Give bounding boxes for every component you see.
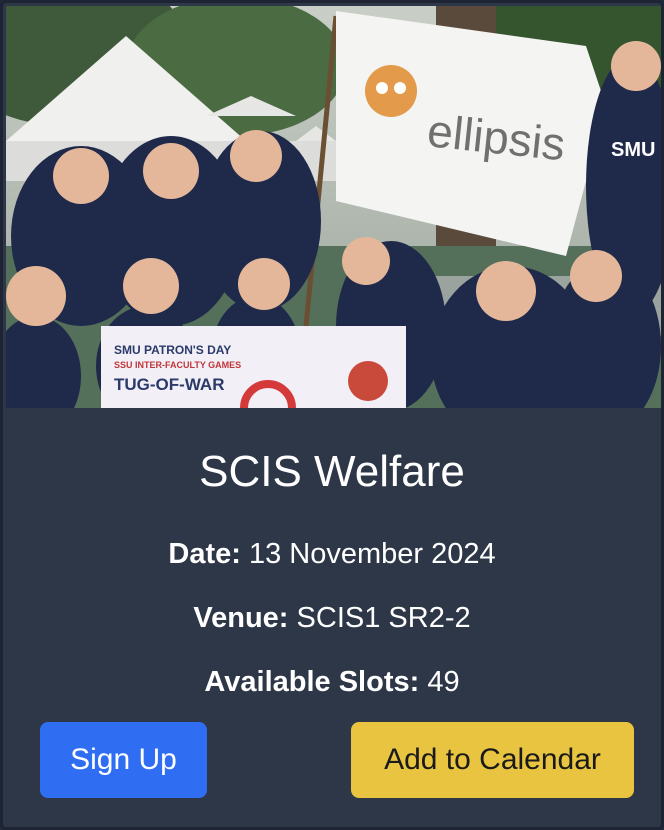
banner-line3: TUG-OF-WAR xyxy=(114,375,224,394)
banner-line2: SSU INTER-FACULTY GAMES xyxy=(114,360,241,370)
banner-line1: SMU PATRON'S DAY xyxy=(114,343,231,357)
event-venue-row: Venue: SCIS1 SR2-2 xyxy=(3,600,661,636)
event-title: SCIS Welfare xyxy=(199,447,465,496)
venue-label: Venue: xyxy=(193,602,289,634)
add-to-calendar-button[interactable]: Add to Calendar xyxy=(351,722,634,798)
date-value: 13 November 2024 xyxy=(248,538,496,570)
slots-label: Available Slots: xyxy=(204,666,420,698)
date-label: Date: xyxy=(168,538,241,570)
venue-value: SCIS1 SR2-2 xyxy=(296,602,471,634)
event-photo: ellipsis SMU SMU PATRON'S DAY SSU INTER-… xyxy=(6,6,661,408)
slots-value: 49 xyxy=(427,666,460,698)
sign-up-button[interactable]: Sign Up xyxy=(40,722,207,798)
event-card: ellipsis SMU SMU PATRON'S DAY SSU INTER-… xyxy=(0,0,664,830)
shirt-text: SMU xyxy=(611,139,655,161)
event-slots-row: Available Slots: 49 xyxy=(3,664,661,700)
event-details: SCIS Welfare Date: 13 November 2024 Venu… xyxy=(3,408,661,827)
event-date-row: Date: 13 November 2024 xyxy=(3,536,661,572)
